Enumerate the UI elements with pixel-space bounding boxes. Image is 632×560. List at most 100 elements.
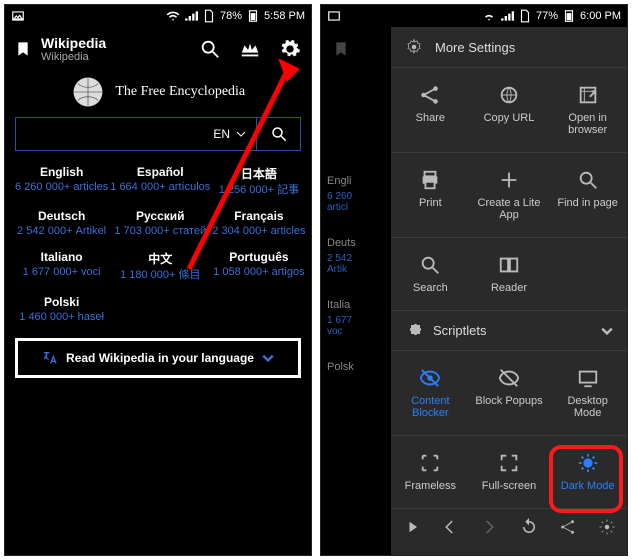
chevron-down-icon xyxy=(236,129,246,139)
desktop-mode-icon xyxy=(577,367,599,389)
search-icon xyxy=(270,125,288,143)
language-item[interactable]: Русский 1 703 000+ статей xyxy=(110,205,210,242)
clock: 6:00 PM xyxy=(580,10,621,22)
wifi-icon xyxy=(482,9,496,23)
reload-icon[interactable] xyxy=(520,518,538,536)
search-input[interactable]: EN xyxy=(15,117,257,151)
menu-item-copy-url[interactable]: Copy URL xyxy=(470,74,549,146)
more-settings-row[interactable]: More Settings xyxy=(391,27,627,67)
menu-item-reader[interactable]: Reader xyxy=(470,244,549,304)
menu-item-open-in-browser[interactable]: Open in browser xyxy=(548,74,627,146)
scriptlets-row[interactable]: Scriptlets xyxy=(391,310,627,350)
crown-icon[interactable] xyxy=(239,38,261,60)
menu-item-share[interactable]: Share xyxy=(391,74,470,146)
language-count: 1 180 000+ 條目 xyxy=(110,269,210,282)
translate-icon xyxy=(42,350,58,366)
print-icon xyxy=(419,169,441,191)
menu-item-label: Desktop Mode xyxy=(552,395,623,419)
create-a-lite-app-icon xyxy=(498,169,520,191)
sim-icon xyxy=(518,9,532,23)
menu-item-label: Open in browser xyxy=(552,112,623,136)
gear-icon[interactable] xyxy=(598,518,616,536)
read-language-button[interactable]: Read Wikipedia in your language xyxy=(15,338,301,378)
menu-item-label: Copy URL xyxy=(474,112,545,124)
language-count: 1 664 000+ artículos xyxy=(110,181,210,194)
menu-item-frameless[interactable]: Frameless xyxy=(391,442,470,502)
battery-icon xyxy=(246,9,260,23)
back-icon[interactable] xyxy=(441,518,459,536)
menu-item-print[interactable]: Print xyxy=(391,159,470,231)
battery-icon xyxy=(562,9,576,23)
background-lang-count-peek: 6 260articl xyxy=(327,191,352,213)
bookmark-icon[interactable] xyxy=(15,39,31,59)
back-start-icon[interactable] xyxy=(402,518,420,536)
battery-pct: 78% xyxy=(220,10,242,22)
language-item[interactable]: English 6 260 000+ articles xyxy=(15,161,108,201)
language-name: Polski xyxy=(15,295,108,309)
background-lang-count-peek: 2 542Artik xyxy=(327,253,352,275)
background-lang-peek: Engli xyxy=(327,175,351,187)
language-count: 6 260 000+ articles xyxy=(15,181,108,194)
language-item[interactable]: Português1 058 000+ artigos xyxy=(212,246,305,286)
menu-item-find-in-page[interactable]: Find in page xyxy=(548,159,627,231)
tagline: The Free Encyclopedia xyxy=(115,84,245,99)
language-name: Русский xyxy=(110,209,210,223)
status-bar: 77% 6:00 PM xyxy=(321,5,627,27)
menu-item-desktop-mode[interactable]: Desktop Mode xyxy=(548,357,627,429)
menu-item-label: Frameless xyxy=(395,480,466,492)
language-item[interactable]: 中文1 180 000+ 條目 xyxy=(110,246,210,286)
language-item[interactable]: Français2 304 000+ articles xyxy=(212,205,305,242)
background-lang-count-peek: 1 677voc xyxy=(327,315,352,337)
sim-icon xyxy=(202,9,216,23)
menu-item-label: Search xyxy=(395,282,466,294)
background-lang-peek: Deuts xyxy=(327,237,356,249)
wikipedia-globe-icon xyxy=(71,75,105,109)
signal-icon xyxy=(184,9,198,23)
language-name: Español xyxy=(110,165,210,179)
chevron-down-icon xyxy=(601,325,613,337)
menu-item-label: Reader xyxy=(474,282,545,294)
read-language-label: Read Wikipedia in your language xyxy=(66,351,254,365)
reader-icon xyxy=(498,254,520,276)
nav-footer xyxy=(391,508,627,544)
language-name: Italiano xyxy=(15,250,108,264)
language-item xyxy=(212,291,305,328)
more-settings-label: More Settings xyxy=(435,40,515,55)
language-item xyxy=(110,291,210,328)
status-bar: 78% 5:58 PM xyxy=(5,5,311,27)
search-icon[interactable] xyxy=(199,38,221,60)
scriptlets-label: Scriptlets xyxy=(433,323,591,338)
language-count: 1 703 000+ статей xyxy=(110,225,210,238)
block-popups-icon xyxy=(498,367,520,389)
language-name: Português xyxy=(212,250,305,264)
search-button[interactable] xyxy=(257,117,301,151)
language-item[interactable]: Deutsch2 542 000+ Artikel xyxy=(15,205,108,242)
menu-item-search[interactable]: Search xyxy=(391,244,470,304)
search-lang: EN xyxy=(213,127,230,141)
language-name: English xyxy=(15,165,108,179)
menu-item-label: Full-screen xyxy=(474,480,545,492)
language-item[interactable]: Italiano1 677 000+ voci xyxy=(15,246,108,286)
menu-item-label: Block Popups xyxy=(474,395,545,407)
content-blocker-icon xyxy=(419,367,441,389)
menu-item-label: Share xyxy=(395,112,466,124)
menu-item-create-a-lite-app[interactable]: Create a Lite App xyxy=(470,159,549,231)
gear-icon[interactable] xyxy=(279,38,301,60)
language-grid: English 6 260 000+ articlesEspañol 1 664 0… xyxy=(5,161,311,328)
menu-item-block-popups[interactable]: Block Popups xyxy=(470,357,549,429)
menu-item-full-screen[interactable]: Full-screen xyxy=(470,442,549,502)
menu-item-label: Content Blocker xyxy=(395,395,466,419)
full-screen-icon xyxy=(498,452,520,474)
forward-icon[interactable] xyxy=(480,518,498,536)
menu-item-label: Print xyxy=(395,197,466,209)
wifi-icon xyxy=(166,9,180,23)
language-item[interactable]: Español 1 664 000+ artículos xyxy=(110,161,210,201)
language-item[interactable]: Polski1 460 000+ haseł xyxy=(15,291,108,328)
language-count: 1 256 000+ 記事 xyxy=(212,184,305,197)
menu-item-label: Create a Lite App xyxy=(474,197,545,221)
language-item[interactable]: 日本語1 256 000+ 記事 xyxy=(212,161,305,201)
menu-item-content-blocker[interactable]: Content Blocker xyxy=(391,357,470,429)
share-icon[interactable] xyxy=(559,518,577,536)
picture-icon xyxy=(11,9,25,23)
battery-pct: 77% xyxy=(536,10,558,22)
